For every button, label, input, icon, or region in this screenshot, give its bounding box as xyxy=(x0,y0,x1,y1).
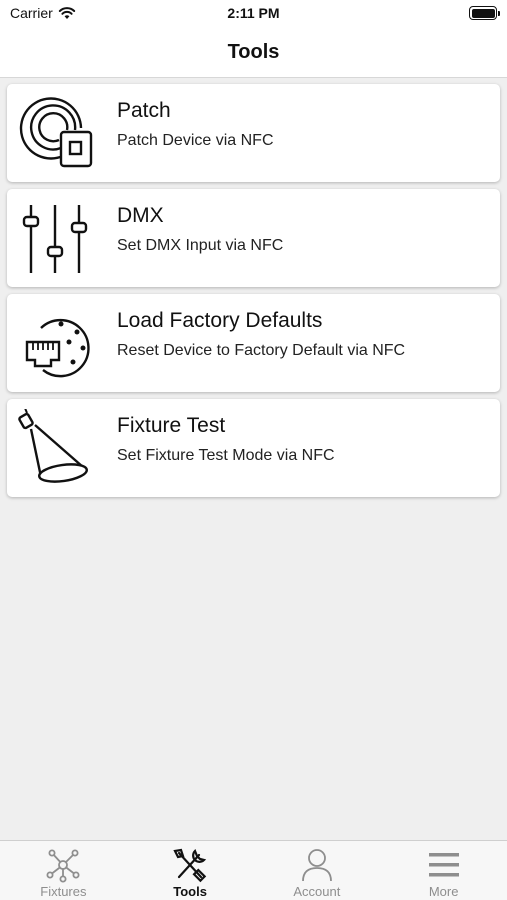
tab-label: Fixtures xyxy=(40,884,87,899)
nfc-patch-icon xyxy=(19,97,93,168)
tab-label: More xyxy=(428,884,459,899)
tools-icon xyxy=(173,848,207,883)
tool-title: Patch xyxy=(117,99,171,122)
tab-fixtures[interactable]: Fixtures xyxy=(0,841,127,900)
tool-subtitle: Set DMX Input via NFC xyxy=(117,237,284,254)
spotlight-icon xyxy=(18,409,88,483)
tab-bar: Fixtures Tools Account More xyxy=(0,840,507,900)
fixtures-network-icon xyxy=(46,849,80,883)
tool-title: Load Factory Defaults xyxy=(117,309,323,332)
navigation-bar: Tools xyxy=(0,28,507,78)
tool-subtitle: Reset Device to Factory Default via NFC xyxy=(117,342,406,359)
tool-title: Fixture Test xyxy=(117,414,226,437)
more-menu-icon xyxy=(428,853,459,877)
tab-tools[interactable]: Tools xyxy=(127,841,254,900)
tool-subtitle: Set Fixture Test Mode via NFC xyxy=(117,447,335,464)
tool-card-fixture-test[interactable]: Fixture Test Set Fixture Test Mode via N… xyxy=(7,399,500,497)
tab-account[interactable]: Account xyxy=(254,841,381,900)
tool-card-patch[interactable]: Patch Patch Device via NFC xyxy=(7,84,500,182)
tab-label: Account xyxy=(293,884,341,899)
account-person-icon xyxy=(301,849,332,882)
status-time: 2:11 PM xyxy=(227,5,280,21)
battery-icon xyxy=(469,6,500,20)
page-title: Tools xyxy=(227,41,280,63)
tool-card-dmx[interactable]: DMX Set DMX Input via NFC xyxy=(7,189,500,287)
dmx-sliders-icon xyxy=(22,205,88,273)
tools-list: Patch Patch Device via NFC DMX Set DMX I… xyxy=(7,84,500,504)
tab-more[interactable]: More xyxy=(380,841,507,900)
tool-subtitle: Patch Device via NFC xyxy=(117,132,274,149)
tab-label: Tools xyxy=(173,884,207,899)
tool-card-factory-defaults[interactable]: Load Factory Defaults Reset Device to Fa… xyxy=(7,294,500,392)
tool-title: DMX xyxy=(117,204,164,227)
status-bar: Carrier 2:11 PM xyxy=(0,0,507,28)
factory-reset-icon xyxy=(25,318,90,378)
